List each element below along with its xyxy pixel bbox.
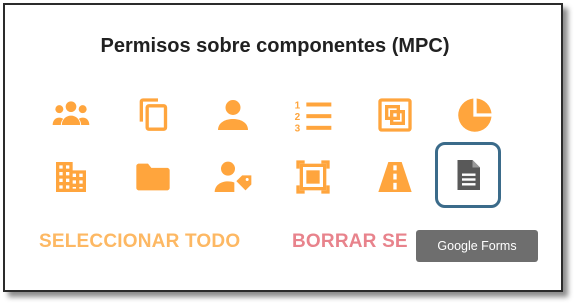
svg-text:3: 3	[295, 124, 301, 135]
folder-icon[interactable]	[127, 151, 179, 203]
clear-all-button[interactable]: BORRAR SE	[292, 231, 408, 253]
pie-chart-icon[interactable]	[449, 89, 501, 141]
person-tag-icon[interactable]	[207, 151, 259, 203]
photo-filter-icon[interactable]	[369, 89, 421, 141]
copy-icon[interactable]	[127, 89, 179, 141]
crop-frame-icon[interactable]	[287, 151, 339, 203]
svg-text:2: 2	[295, 112, 301, 123]
permissions-panel: Permisos sobre componentes (MPC) 1 2 3 S…	[3, 3, 563, 292]
select-all-button[interactable]: SELECCIONAR TODO	[39, 231, 240, 253]
google-forms-tooltip: Google Forms	[416, 230, 538, 262]
google-forms-icon[interactable]	[435, 142, 501, 208]
numbered-list-icon[interactable]: 1 2 3	[287, 89, 339, 141]
building-icon[interactable]	[45, 151, 97, 203]
road-icon[interactable]	[369, 151, 421, 203]
person-icon[interactable]	[207, 89, 259, 141]
svg-text:1: 1	[295, 100, 301, 111]
panel-title: Permisos sobre componentes (MPC)	[100, 35, 450, 57]
groups-icon[interactable]	[45, 89, 97, 141]
